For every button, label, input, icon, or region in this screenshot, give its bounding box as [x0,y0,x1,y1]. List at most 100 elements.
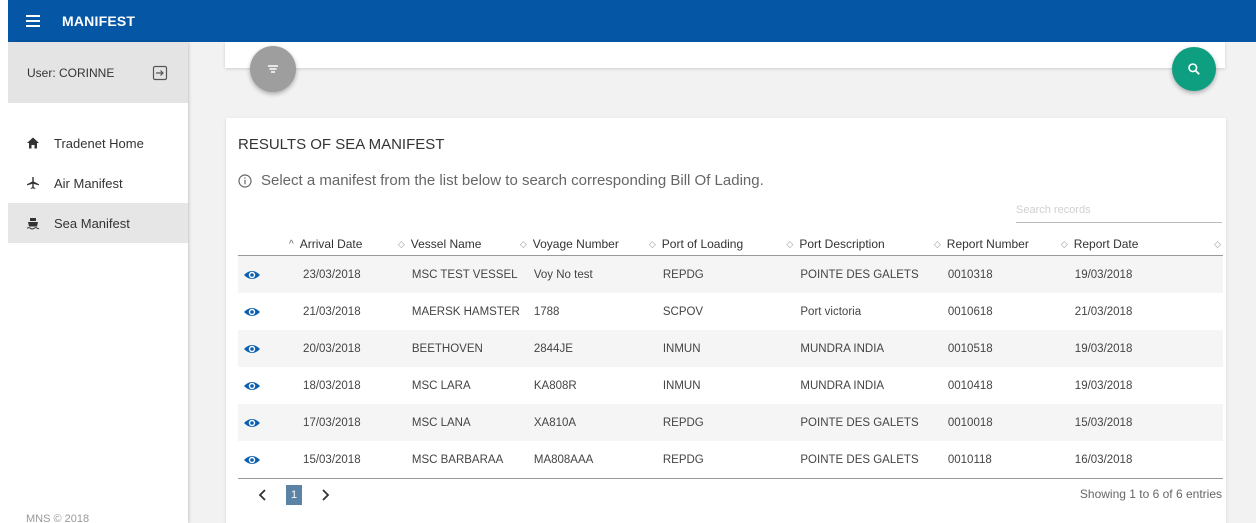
eye-column-header [238,233,290,256]
hamburger-menu-icon[interactable] [26,15,40,27]
table-row[interactable]: 23/03/2018 MSC TEST VESSEL Voy No test REPD… [238,255,1223,293]
cell-port-description: Port victoria [800,305,862,318]
sidebar-item-label: Tradenet Home [54,135,144,151]
cell-arrival-date: 15/03/2018 [289,441,398,479]
cell-port-description: MUNDRA INDIA [786,330,934,367]
sidebar-item-air-manifest[interactable]: Air Manifest [8,163,188,203]
table-row[interactable]: 17/03/2018 MSC LANA XA810A REPDG POINTE DES … [238,404,1223,441]
results-title: RESULTS OF SEA MANIFEST [238,136,445,153]
menu-lines-icon [268,65,278,73]
cell-vessel-name: MSC TEST VESSEL [397,255,520,293]
sidebar-nav: Tradenet Home Air Manifest Sea Manifest [8,123,188,243]
pagination: 1 [256,485,332,505]
column-label: Port Description [799,237,885,251]
filter-menu-button[interactable] [250,46,296,92]
home-icon [27,137,39,149]
results-info: Select a manifest from the list below to… [238,172,764,189]
entries-summary: Showing 1 to 6 of 6 entries [1079,487,1222,501]
sort-icon: ◇ [397,239,405,249]
col-report-date[interactable]: ◇ Report Date ◇ [1060,233,1223,256]
eye-icon[interactable] [243,417,261,429]
app-title: MANIFEST [62,13,136,29]
table-body: 23/03/2018 MSC TEST VESSEL Voy No test REPD… [238,255,1223,479]
cell-port-of-loading: REPDG [648,441,787,479]
eye-icon[interactable] [243,343,261,355]
cell-report-number: 0010618 [947,305,993,318]
table-row[interactable]: 18/03/2018 MSC LARA KA808R INMUN MUNDRA INDI… [238,367,1223,404]
cell-port-of-loading: REPDG [648,404,787,441]
logout-icon[interactable] [152,65,168,81]
sidebar: User: CORINNE Tradenet Home Air Manifest [8,42,188,523]
cell-voyage-number: Voy No test [519,255,649,293]
cell-voyage-number: 1788 [533,305,560,318]
view-cell [238,330,290,367]
cell-report-number: 0010018 [933,404,1061,441]
sort-asc-icon: ^ [289,239,294,250]
cell-arrival-date: 18/03/2018 [303,379,361,392]
column-label: Arrival Date [299,237,363,251]
cell-voyage-number: MA808AAA [519,441,649,479]
table-header-row: ^ Arrival Date ◇ Vessel Name ◇ Voyage Numbe… [238,233,1223,256]
chevron-right-icon[interactable] [318,488,332,502]
column-label: Report Number [946,237,1029,251]
airplane-icon [27,177,39,189]
cell-port-description: MUNDRA INDIA [800,379,885,392]
cell-port-description: POINTE DES GALETS [786,255,934,293]
table-row[interactable]: 15/03/2018 MSC BARBARAA MA808AAA REPDG POINT… [238,441,1223,479]
footer-copyright: MNS © 2018 [26,513,90,523]
sort-icon: ◇ [648,239,656,249]
col-arrival-date[interactable]: ^ Arrival Date [289,233,398,256]
col-vessel-name[interactable]: ◇ Vessel Name [397,233,520,256]
col-port-of-loading[interactable]: ◇ Port of Loading [648,233,787,256]
sort-icon: ◇ [519,239,527,249]
results-panel: RESULTS OF SEA MANIFEST Select a manifes… [226,118,1226,523]
eye-icon[interactable] [243,269,261,281]
cell-vessel-name: BEETHOVEN [397,330,520,367]
search-panel [225,42,1225,68]
search-button[interactable] [1172,47,1216,91]
user-box: User: CORINNE [8,42,188,103]
cell-port-description: POINTE DES GALETS [786,441,934,479]
cell-port-of-loading: INMUN [662,379,701,392]
eye-icon[interactable] [243,454,261,466]
app-frame: MANIFEST User: CORINNE Tradenet Home Air… [8,0,1256,523]
cell-arrival-date: 23/03/2018 [289,255,398,293]
column-label: Vessel Name [410,237,482,251]
col-port-description[interactable]: ◇ Port Description [786,233,934,256]
eye-icon[interactable] [243,306,261,318]
column-label: Voyage Number [532,237,619,251]
cell-vessel-name: MSC LANA [397,404,520,441]
view-cell [238,255,290,293]
cell-arrival-date: 21/03/2018 [303,305,361,318]
cell-report-number: 0010518 [933,330,1061,367]
chevron-left-icon[interactable] [256,488,270,502]
sort-icon: ◇ [933,239,941,249]
view-cell [238,293,289,330]
info-text: Select a manifest from the list below to… [261,172,764,189]
cell-report-date: 19/03/2018 [1060,255,1223,293]
table-row[interactable]: 21/03/2018 MAERSK HAMSTER 1788 SCPOV Port vi… [238,293,1223,330]
cell-voyage-number: 2844JE [519,330,649,367]
sidebar-item-label: Sea Manifest [54,215,130,231]
sidebar-item-label: Air Manifest [54,175,123,191]
manifest-table: ^ Arrival Date ◇ Vessel Name ◇ Voyage Numbe… [238,233,1223,479]
sort-icon: ◇ [786,239,794,249]
cell-report-number: 0010318 [933,255,1061,293]
cell-report-date: 19/03/2018 [1074,379,1133,392]
top-bar: MANIFEST [8,0,1256,42]
page-button-current[interactable]: 1 [286,485,302,505]
table-row[interactable]: 20/03/2018 BEETHOVEN 2844JE INMUN MUNDRA IND… [238,330,1223,367]
cell-port-description: POINTE DES GALETS [786,404,934,441]
cell-port-of-loading: INMUN [648,330,787,367]
eye-icon[interactable] [243,380,261,392]
search-records-input[interactable] [1016,198,1222,223]
cell-arrival-date: 17/03/2018 [289,404,398,441]
cell-port-of-loading: REPDG [648,255,787,293]
sort-icon[interactable]: ◇ [1214,239,1221,250]
sidebar-item-tradenet-home[interactable]: Tradenet Home [8,123,188,163]
sidebar-item-sea-manifest[interactable]: Sea Manifest [8,203,188,243]
col-report-number[interactable]: ◇ Report Number [933,233,1061,256]
col-voyage-number[interactable]: ◇ Voyage Number [519,233,649,256]
cell-vessel-name: MSC LARA [411,379,471,392]
view-cell [238,441,290,479]
